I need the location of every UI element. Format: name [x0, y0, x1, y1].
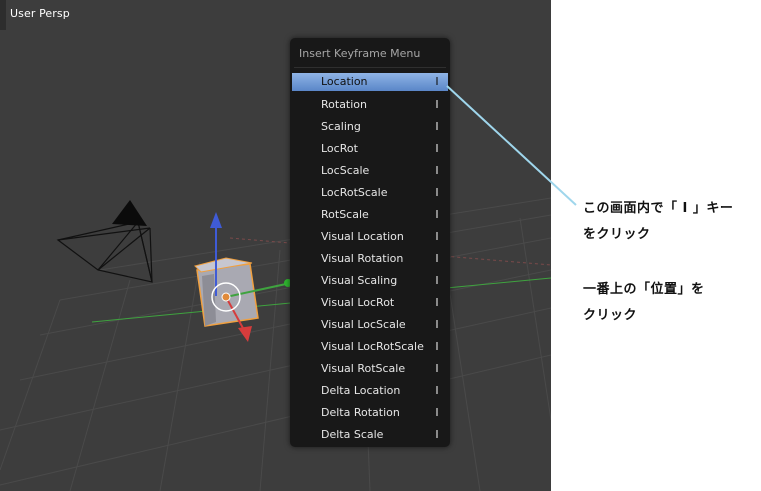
annotation-line-4: クリック: [583, 308, 638, 323]
annotation-line-2: をクリック: [583, 227, 651, 242]
annotation-line-1: この画面内で「 I 」キー: [583, 201, 734, 216]
callout-line: [446, 85, 577, 206]
annotation-line-3: 一番上の「位置」を: [583, 282, 705, 297]
